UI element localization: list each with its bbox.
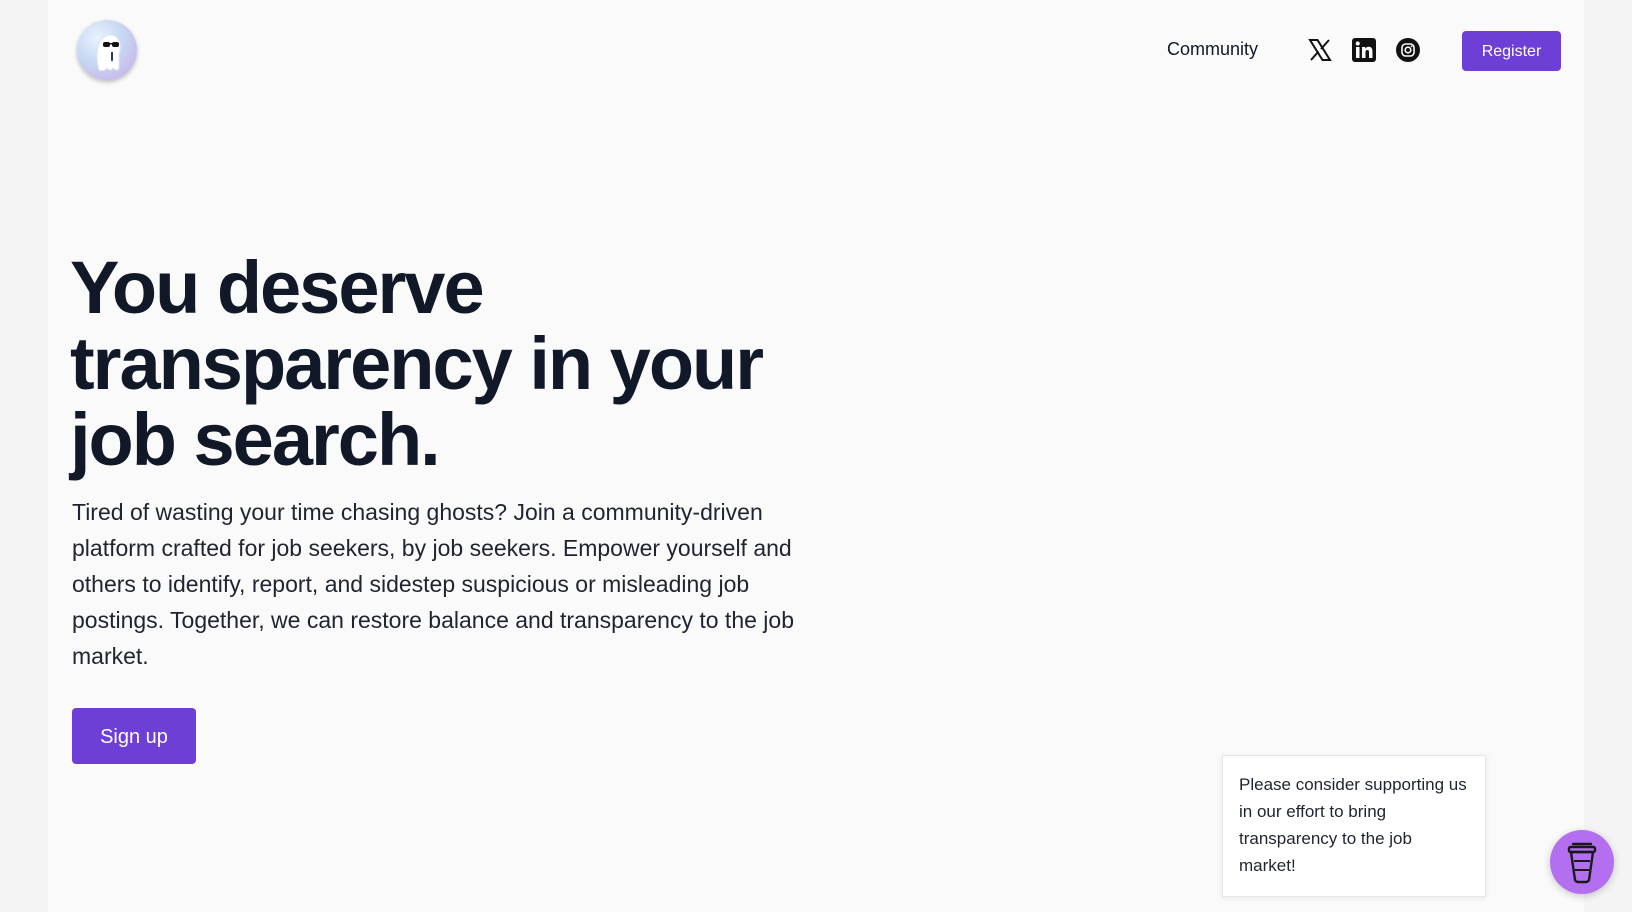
signup-button[interactable]: Sign up	[72, 708, 196, 764]
x-icon[interactable]	[1306, 36, 1334, 64]
support-message-box: Please consider supporting us in our eff…	[1222, 755, 1486, 897]
coffee-cup-icon[interactable]	[1550, 830, 1614, 894]
support-message-text: Please consider supporting us in our eff…	[1239, 775, 1467, 875]
register-button[interactable]: Register	[1462, 31, 1561, 71]
ghost-logo-icon[interactable]	[77, 20, 137, 80]
linkedin-icon[interactable]	[1350, 36, 1378, 64]
hero-headline: You deserve transparency in your job sea…	[70, 246, 764, 481]
nav-community-link[interactable]: Community	[1167, 36, 1258, 62]
instagram-icon[interactable]	[1394, 36, 1422, 64]
hero-subtext: Tired of wasting your time chasing ghost…	[72, 499, 794, 669]
